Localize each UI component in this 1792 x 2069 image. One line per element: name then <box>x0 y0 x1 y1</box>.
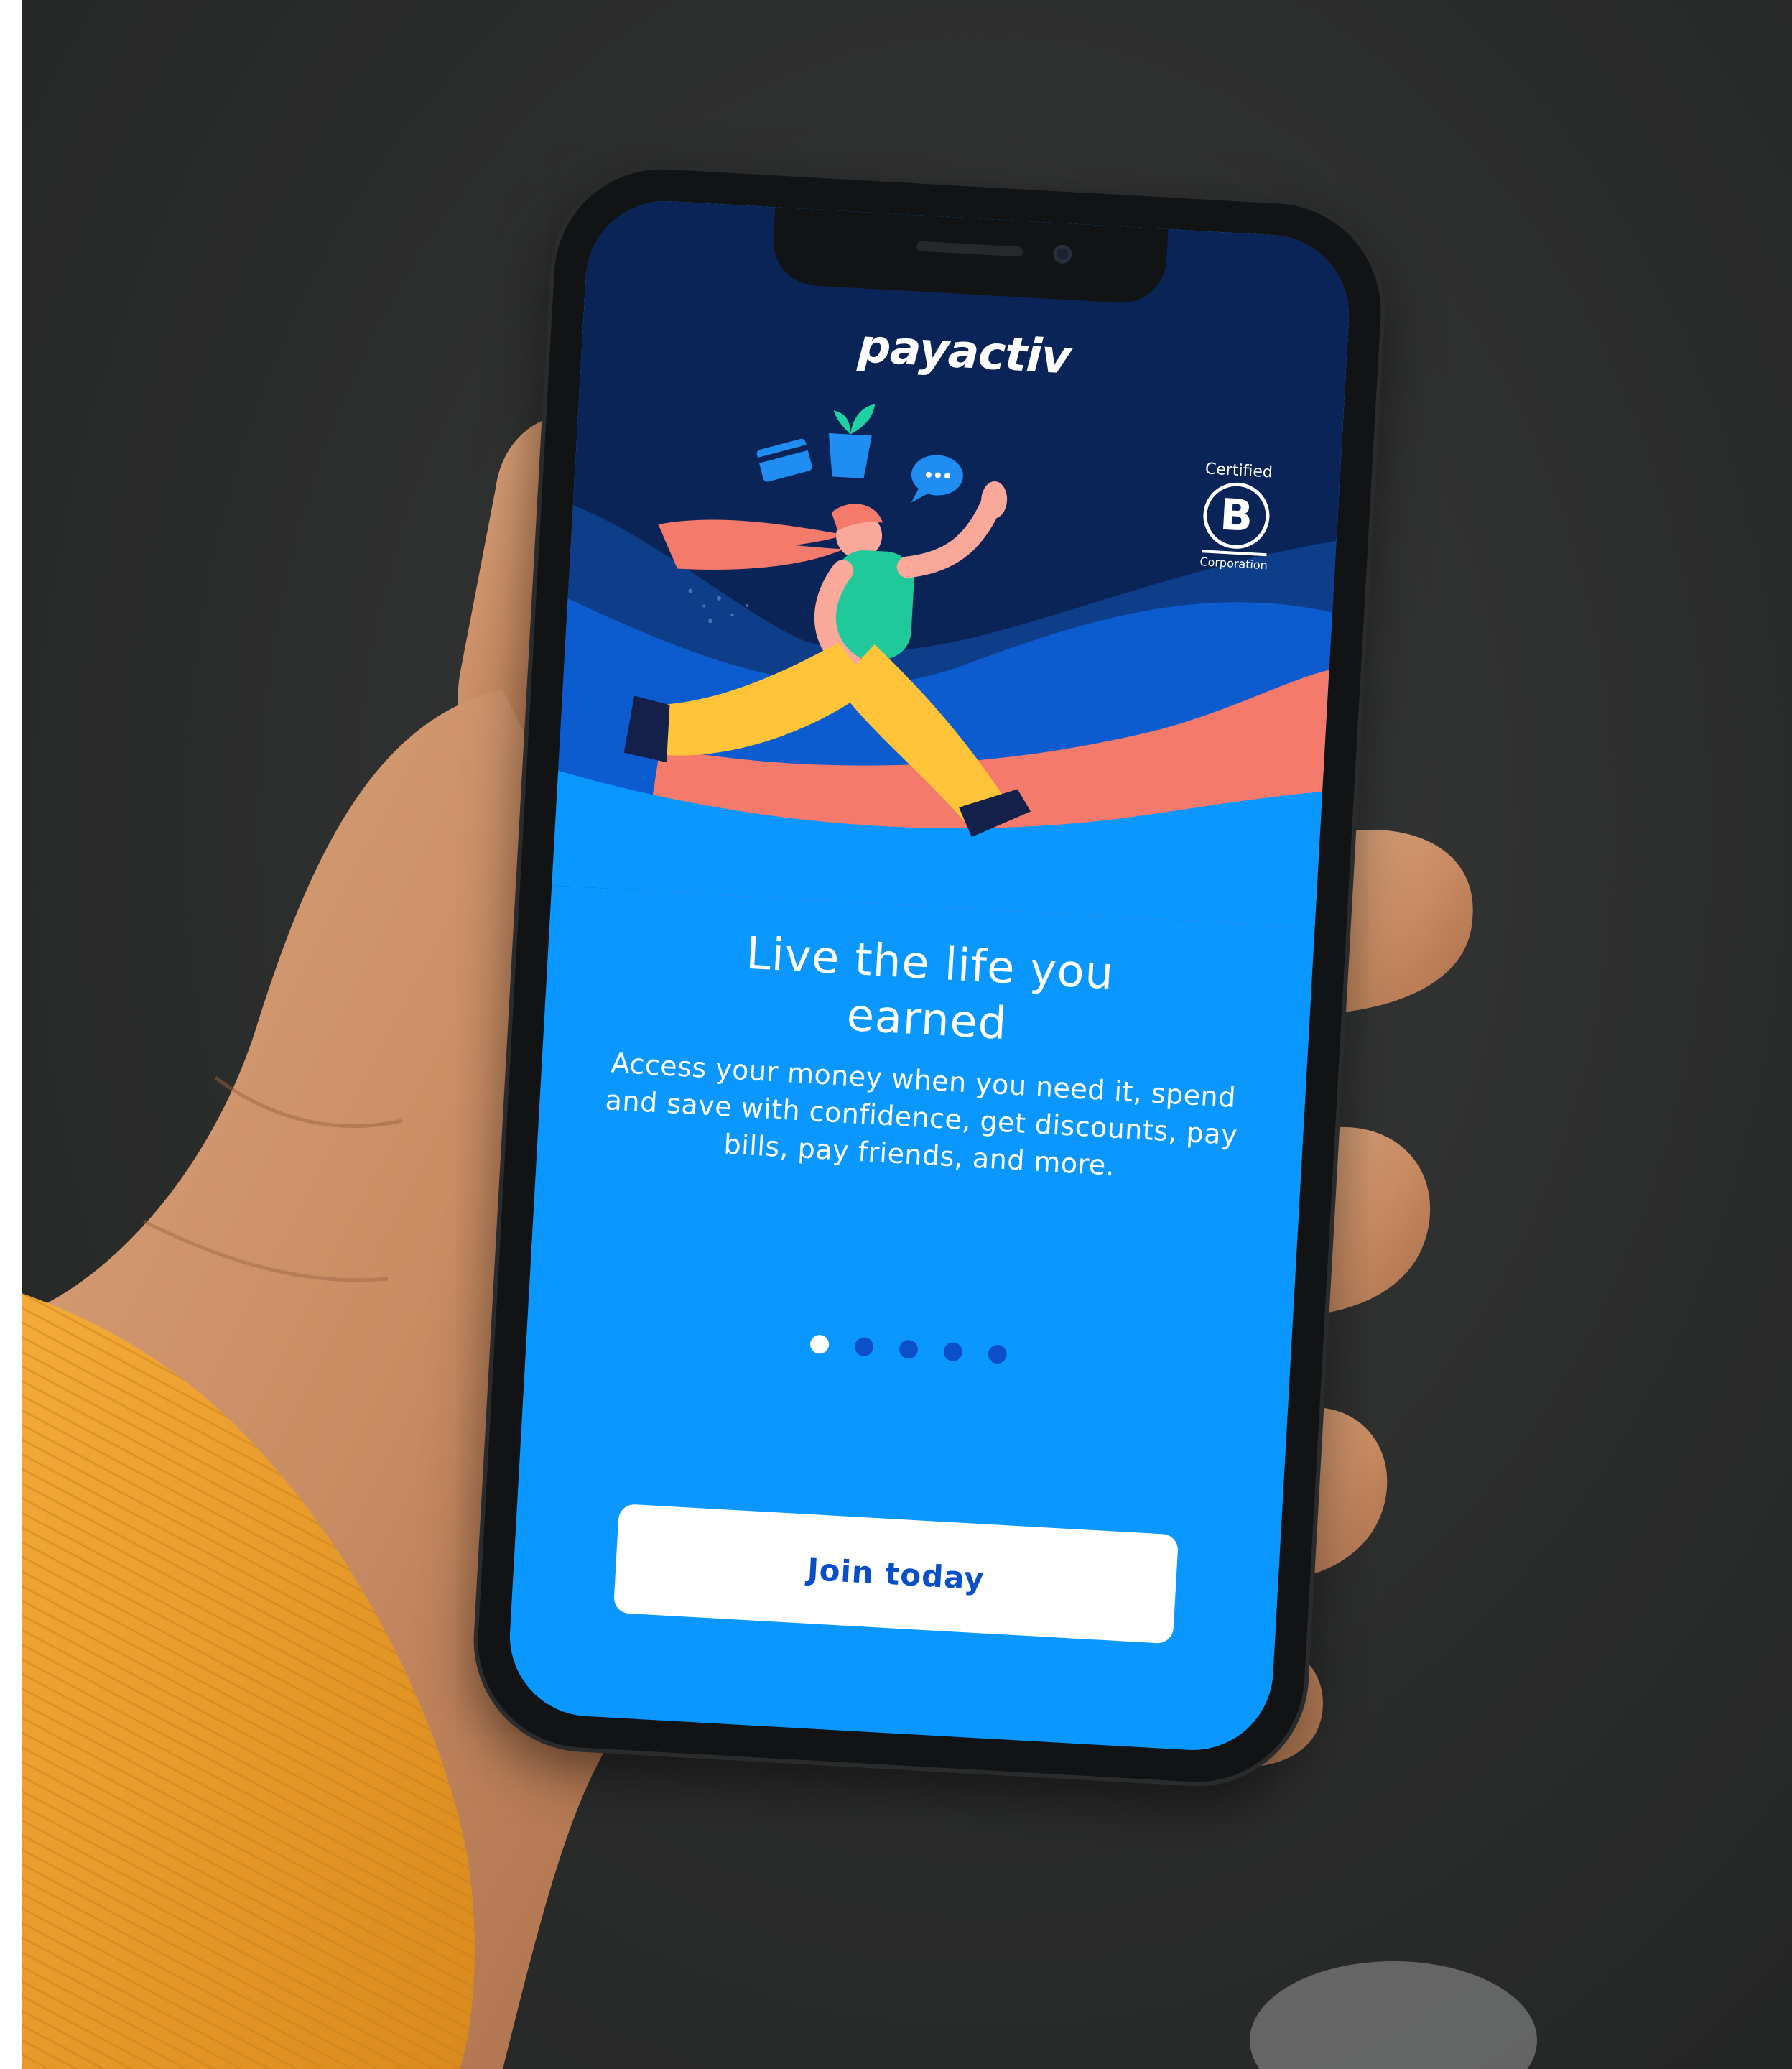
onboarding-headline: Live the life you earned <box>744 926 1116 1050</box>
page-dot-3[interactable] <box>899 1339 919 1359</box>
onboarding-description: Access your money when you need it, spen… <box>604 1047 1239 1182</box>
app-screen: payactiv Certified B Corporation Live th… <box>505 196 1354 1755</box>
join-today-button[interactable]: Join today <box>613 1504 1179 1644</box>
page-dot-4[interactable] <box>943 1341 963 1362</box>
finger-1 <box>1336 830 1473 1013</box>
page-dot-1[interactable] <box>809 1334 830 1354</box>
b-corp-letter: B <box>1201 481 1271 551</box>
page-indicator <box>526 1319 1291 1380</box>
speaker-grille <box>916 241 1023 257</box>
phone: payactiv Certified B Corporation Live th… <box>472 163 1387 1788</box>
onboarding-content: Live the life you earned Access your mon… <box>537 914 1313 1195</box>
front-camera <box>1052 244 1073 264</box>
page-dot-2[interactable] <box>854 1337 874 1357</box>
page-dot-5[interactable] <box>988 1344 1008 1364</box>
b-corp-badge: Certified B Corporation <box>1187 459 1286 573</box>
